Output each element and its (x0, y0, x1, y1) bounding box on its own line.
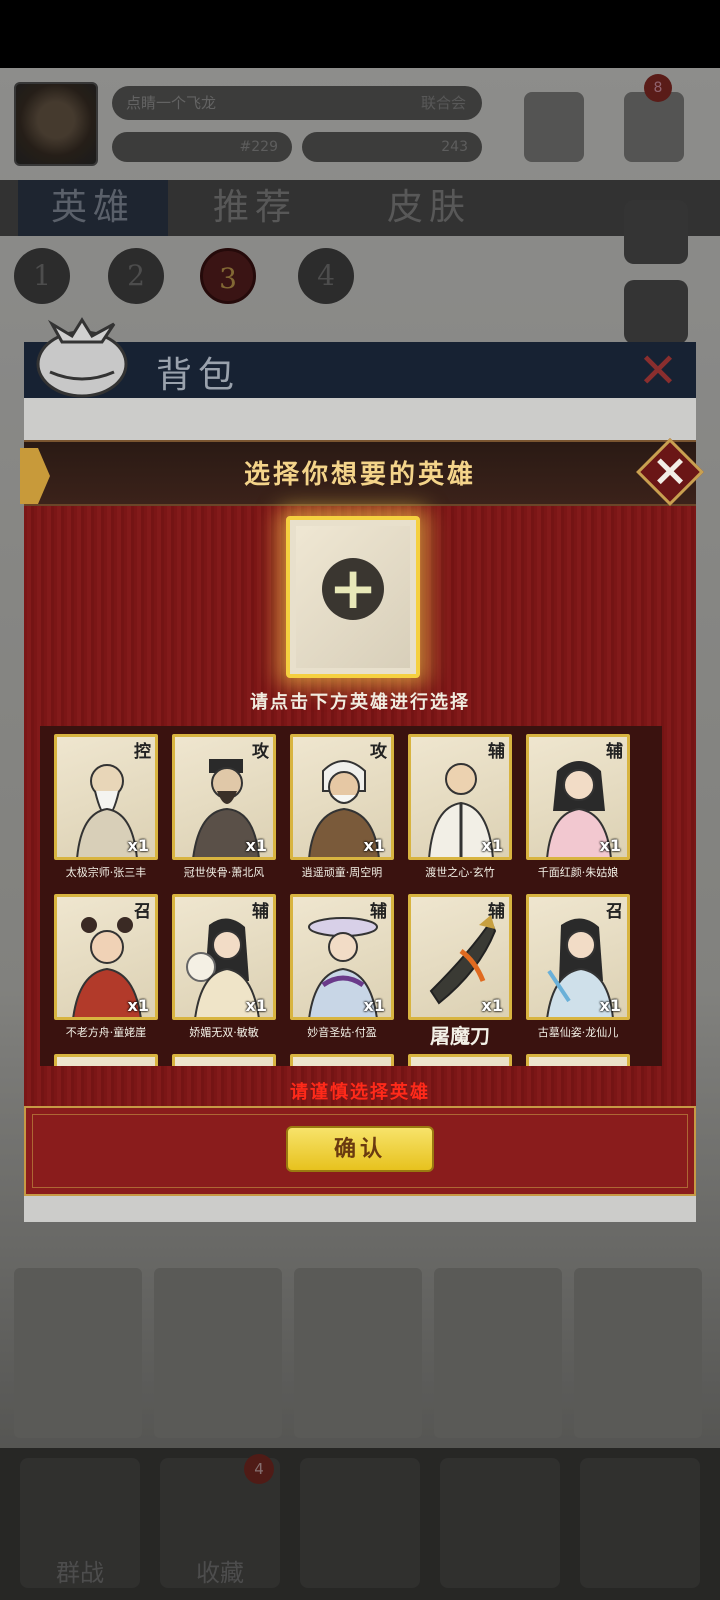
hero-role-badge: 辅 (606, 742, 623, 762)
hero-select-dialog: 选择你想要的英雄 × + 请点击下方英雄进行选择 控 x1 太极宗师·张三丰 攻… (20, 438, 704, 1220)
hero-frame: 召 x1 (54, 894, 158, 1020)
confirm-button[interactable]: 确认 (286, 1126, 434, 1172)
hero-name: 逍遥顽童·周空明 (301, 866, 383, 879)
hero-role-badge: 攻 (370, 742, 387, 762)
hero-quantity: x1 (245, 836, 267, 855)
hero-frame (408, 1054, 512, 1066)
hero-quantity: x1 (127, 996, 149, 1015)
dialog-footer: 确认 (24, 1106, 696, 1196)
hero-frame: 攻 x1 (172, 734, 276, 860)
hero-quantity: x1 (599, 836, 621, 855)
backpack-title: 背包 (156, 355, 241, 396)
hero-role-badge: 辅 (488, 742, 505, 762)
backpack-close-button[interactable]: ✕ (632, 346, 684, 396)
hero-name: 千面红颜·朱姑娘 (537, 866, 619, 879)
hero-role-badge: 控 (134, 742, 151, 762)
dialog-close-button[interactable]: × (636, 438, 704, 506)
hero-name: 妙音圣姑·付盈 (307, 1026, 377, 1039)
hero-frame: 控 x1 (54, 734, 158, 860)
status-bar (0, 0, 720, 68)
dialog-title: 选择你想要的英雄 (243, 460, 476, 490)
hero-quantity: x1 (599, 996, 621, 1015)
hero-quantity: x1 (481, 836, 503, 855)
plus-icon: + (328, 554, 378, 622)
hero-role-badge: 辅 (488, 902, 505, 922)
hero-frame (54, 1054, 158, 1066)
hero-name: 冠世侠骨·萧北风 (183, 866, 265, 879)
hero-frame: 召 x1 (526, 894, 630, 1020)
hero-quantity: x1 (245, 996, 267, 1015)
hero-name: 古墓仙姿·龙仙儿 (537, 1026, 619, 1039)
close-icon: × (651, 445, 689, 496)
hero-frame: 辅 x1 (172, 894, 276, 1020)
hero-frame: 辅 x1 (290, 894, 394, 1020)
hero-role-badge: 召 (606, 902, 623, 922)
dialog-body: + 请点击下方英雄进行选择 控 x1 太极宗师·张三丰 攻 x1 冠世侠骨·萧北… (24, 506, 696, 1106)
hero-name: 不老方舟·童姥崖 (65, 1026, 147, 1039)
hero-name: 渡世之心·玄竹 (425, 866, 495, 879)
hero-frame: 攻 x1 (290, 734, 394, 860)
selection-hint: 请点击下方英雄进行选择 (250, 692, 470, 713)
dialog-header: 选择你想要的英雄 (20, 440, 696, 506)
selected-hero-slot[interactable]: + (286, 516, 420, 678)
hero-quantity: x1 (363, 836, 385, 855)
warning-text: 请谨慎选择英雄 (290, 1082, 430, 1103)
hero-role-badge: 辅 (370, 902, 387, 922)
hero-frame (172, 1054, 276, 1066)
hero-name: 屠魔刀 (430, 1024, 490, 1048)
hero-frame: 辅 x1 (408, 734, 512, 860)
hero-frame: 辅 x1 (526, 734, 630, 860)
hero-name: 太极宗师·张三丰 (65, 866, 147, 879)
hero-frame (290, 1054, 394, 1066)
hero-frame (526, 1054, 630, 1066)
hero-quantity: x1 (363, 996, 385, 1015)
hero-role-badge: 召 (134, 902, 151, 922)
hero-frame: 辅 x1 (408, 894, 512, 1020)
hero-name: 娇媚无双·敏敏 (189, 1026, 259, 1039)
hero-role-badge: 攻 (252, 742, 269, 762)
hero-quantity: x1 (481, 996, 503, 1015)
hero-quantity: x1 (127, 836, 149, 855)
hero-role-badge: 辅 (252, 902, 269, 922)
hero-grid[interactable]: 控 x1 太极宗师·张三丰 攻 x1 冠世侠骨·萧北风 攻 x1 逍遥顽童·周空… (40, 726, 662, 1066)
bag-icon (36, 317, 128, 398)
